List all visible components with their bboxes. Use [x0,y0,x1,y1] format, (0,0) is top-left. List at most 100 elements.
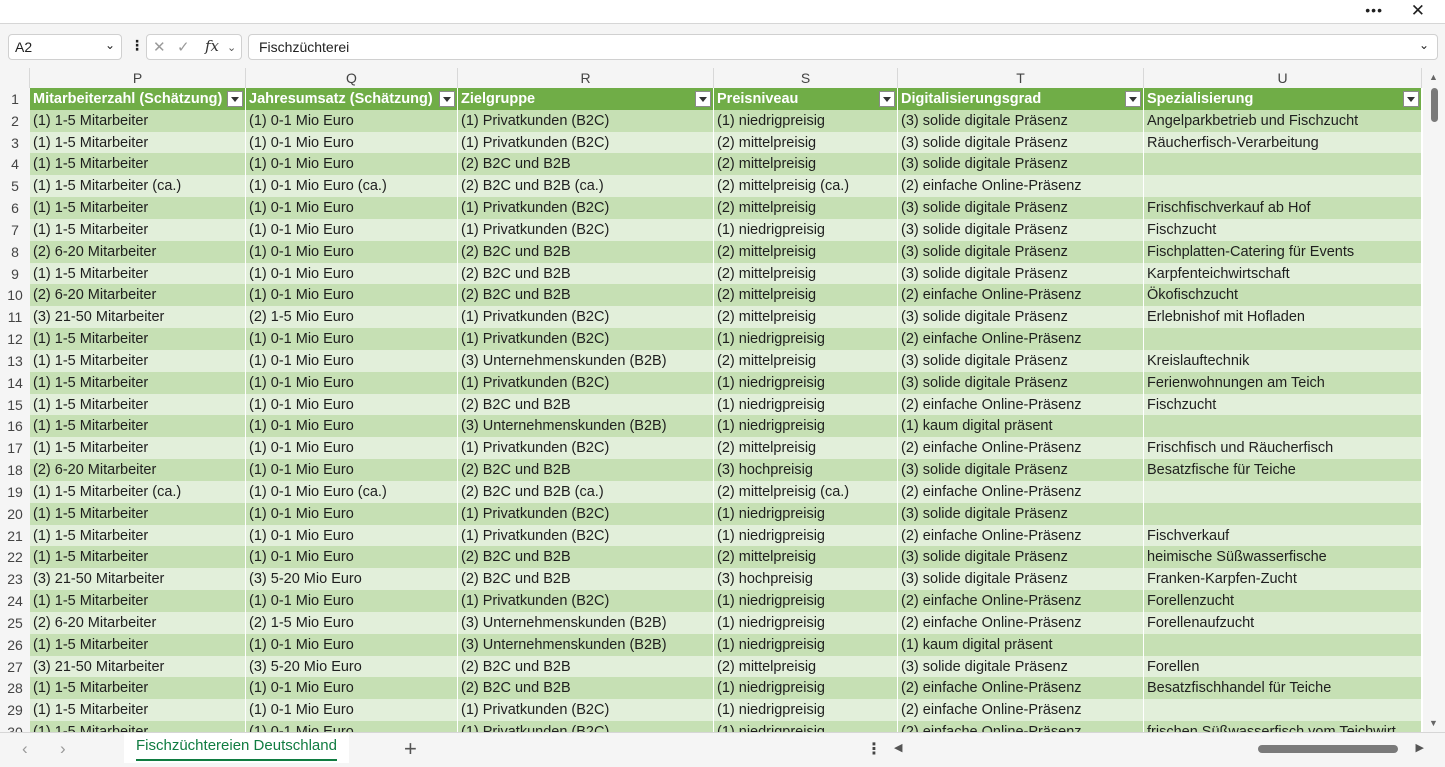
table-cell[interactable]: (3) solide digitale Präsenz [898,218,1144,241]
table-cell[interactable] [1144,175,1422,198]
table-cell[interactable]: (3) Unternehmenskunden (B2B) [458,415,714,438]
row-header[interactable]: 16 [0,415,30,438]
table-cell[interactable]: (3) solide digitale Präsenz [898,197,1144,220]
table-cell[interactable]: (1) Privatkunden (B2C) [458,306,714,329]
row-header[interactable]: 24 [0,590,30,613]
table-cell[interactable]: (1) 0-1 Mio Euro [246,197,458,220]
table-cell[interactable]: (2) mittelpreisig [714,131,898,154]
table-cell[interactable]: (2) mittelpreisig [714,437,898,460]
table-cell[interactable]: (1) niedrigpreisig [714,633,898,656]
table-cell[interactable]: (2) B2C und B2B (ca.) [458,175,714,198]
table-cell[interactable] [1144,328,1422,351]
prev-sheet-icon[interactable]: ‹ [22,739,28,759]
scroll-left-icon[interactable]: ◀ [894,741,902,754]
filter-dropdown-icon[interactable] [1125,91,1141,107]
table-cell[interactable]: (1) 0-1 Mio Euro [246,393,458,416]
table-cell[interactable]: (1) 1-5 Mitarbeiter [30,131,246,154]
table-cell[interactable]: Besatzfischhandel für Teiche [1144,677,1422,700]
table-cell[interactable]: (2) mittelpreisig [714,153,898,176]
table-cell[interactable]: (1) niedrigpreisig [714,393,898,416]
table-cell[interactable]: (1) niedrigpreisig [714,502,898,525]
table-cell[interactable]: (2) B2C und B2B [458,546,714,569]
header-cell[interactable]: Jahresumsatz (Schätzung) [246,88,458,110]
scroll-right-icon[interactable]: ▶ [1416,741,1424,754]
column-header[interactable]: U [1144,68,1422,88]
table-cell[interactable]: (3) Unternehmenskunden (B2B) [458,349,714,372]
horizontal-scrollbar[interactable]: ◀ ▶ [894,741,1424,757]
table-cell[interactable]: (1) 0-1 Mio Euro [246,502,458,525]
table-cell[interactable]: (1) Privatkunden (B2C) [458,721,714,732]
table-cell[interactable]: (2) B2C und B2B [458,677,714,700]
table-cell[interactable]: (2) mittelpreisig [714,546,898,569]
confirm-icon[interactable]: ✓ [177,38,190,56]
table-cell[interactable]: (2) B2C und B2B [458,284,714,307]
table-cell[interactable]: (1) 0-1 Mio Euro (ca.) [246,480,458,503]
header-cell[interactable]: Digitalisierungsgrad [898,88,1144,110]
table-cell[interactable]: Forellenaufzucht [1144,611,1422,634]
scroll-down-icon[interactable]: ▼ [1429,718,1438,728]
table-cell[interactable]: (2) einfache Online-Präsenz [898,328,1144,351]
row-header[interactable]: 26 [0,633,30,656]
table-cell[interactable]: (1) 0-1 Mio Euro (ca.) [246,175,458,198]
row-header[interactable]: 8 [0,240,30,263]
table-cell[interactable] [1144,633,1422,656]
table-cell[interactable]: (1) 1-5 Mitarbeiter [30,437,246,460]
table-cell[interactable]: Forellen [1144,655,1422,678]
table-cell[interactable]: (1) Privatkunden (B2C) [458,328,714,351]
table-cell[interactable]: (1) niedrigpreisig [714,721,898,732]
table-cell[interactable]: (1) 0-1 Mio Euro [246,218,458,241]
table-cell[interactable]: (2) einfache Online-Präsenz [898,677,1144,700]
table-cell[interactable]: Kreislauftechnik [1144,349,1422,372]
row-header[interactable]: 27 [0,655,30,678]
next-sheet-icon[interactable]: › [60,739,66,759]
table-cell[interactable] [1144,153,1422,176]
table-cell[interactable]: (2) einfache Online-Präsenz [898,524,1144,547]
add-sheet-icon[interactable]: + [404,736,417,762]
row-header[interactable]: 29 [0,699,30,722]
row-header[interactable]: 2 [0,109,30,132]
table-cell[interactable]: (2) 6-20 Mitarbeiter [30,459,246,482]
table-cell[interactable] [1144,480,1422,503]
table-cell[interactable]: Erlebnishof mit Hofladen [1144,306,1422,329]
table-cell[interactable]: (1) 0-1 Mio Euro [246,459,458,482]
table-cell[interactable]: (1) 1-5 Mitarbeiter [30,109,246,132]
table-cell[interactable]: (1) 1-5 Mitarbeiter [30,393,246,416]
row-header[interactable]: 11 [0,306,30,329]
table-cell[interactable]: (3) solide digitale Präsenz [898,153,1144,176]
table-cell[interactable]: (1) Privatkunden (B2C) [458,524,714,547]
row-header[interactable]: 25 [0,611,30,634]
table-cell[interactable]: Fischzucht [1144,393,1422,416]
formula-input[interactable]: Fischzüchterei ⌄ [248,34,1438,60]
table-cell[interactable]: (3) solide digitale Präsenz [898,306,1144,329]
chevron-down-icon[interactable]: ⌄ [227,41,236,54]
table-cell[interactable]: (2) einfache Online-Präsenz [898,721,1144,732]
select-all-corner[interactable] [0,68,30,88]
table-cell[interactable]: (3) Unternehmenskunden (B2B) [458,611,714,634]
row-header[interactable]: 12 [0,328,30,351]
row-header[interactable]: 5 [0,175,30,198]
filter-dropdown-icon[interactable] [1403,91,1419,107]
table-cell[interactable] [1144,415,1422,438]
row-header[interactable]: 28 [0,677,30,700]
row-header[interactable]: 1 [0,88,30,110]
table-cell[interactable]: (2) B2C und B2B [458,393,714,416]
table-cell[interactable]: (2) B2C und B2B [458,153,714,176]
table-cell[interactable]: (1) 0-1 Mio Euro [246,240,458,263]
table-cell[interactable]: (2) mittelpreisig (ca.) [714,175,898,198]
table-cell[interactable]: (2) 6-20 Mitarbeiter [30,611,246,634]
table-cell[interactable]: (1) 1-5 Mitarbeiter [30,371,246,394]
table-cell[interactable]: (3) solide digitale Präsenz [898,262,1144,285]
table-cell[interactable]: (2) mittelpreisig [714,197,898,220]
table-cell[interactable]: (1) 0-1 Mio Euro [246,109,458,132]
table-cell[interactable]: (1) 1-5 Mitarbeiter [30,415,246,438]
table-cell[interactable]: Fischverkauf [1144,524,1422,547]
row-header[interactable]: 15 [0,393,30,416]
table-cell[interactable]: (1) 1-5 Mitarbeiter [30,524,246,547]
table-cell[interactable]: (1) 0-1 Mio Euro [246,524,458,547]
column-header[interactable]: Q [246,68,458,88]
table-cell[interactable]: (3) 5-20 Mio Euro [246,568,458,591]
more-options-icon[interactable]: ••• [1365,2,1383,18]
table-cell[interactable]: Räucherfisch-Verarbeitung [1144,131,1422,154]
table-cell[interactable]: (1) 1-5 Mitarbeiter [30,699,246,722]
table-cell[interactable]: (2) einfache Online-Präsenz [898,611,1144,634]
